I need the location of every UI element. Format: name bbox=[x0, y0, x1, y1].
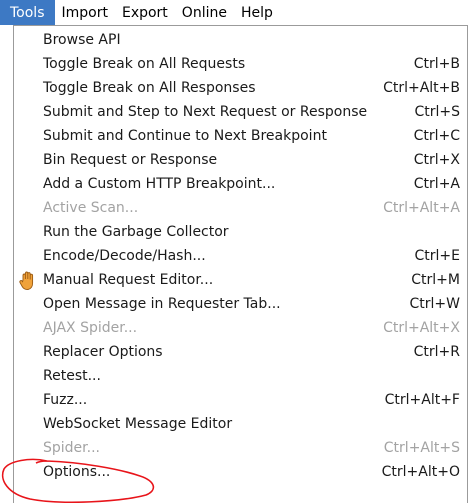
menu-item-label: Browse API bbox=[43, 32, 121, 48]
menu-item-label: Manual Request Editor... bbox=[43, 272, 214, 288]
menu-item-submit-and-step-to-next-request-or-response[interactable]: Submit and Step to Next Request or Respo… bbox=[14, 101, 467, 125]
menu-item-label: Bin Request or Response bbox=[43, 152, 218, 168]
menu-item-replacer-options[interactable]: Replacer Options Ctrl+R bbox=[14, 341, 467, 365]
menu-item-label: Replacer Options bbox=[43, 344, 163, 360]
menu-item-ajax-spider[interactable]: AJAX Spider... Ctrl+Alt+X bbox=[14, 317, 467, 341]
menu-item-shortcut: Ctrl+W bbox=[409, 296, 460, 312]
menu-item-shortcut: Ctrl+Alt+S bbox=[383, 440, 460, 456]
menu-item-label: WebSocket Message Editor bbox=[43, 416, 233, 432]
menu-item-shortcut: Ctrl+Alt+F bbox=[384, 392, 460, 408]
menu-item-browse-api[interactable]: Browse API bbox=[14, 29, 467, 53]
menu-item-shortcut: Ctrl+Alt+X bbox=[383, 320, 460, 336]
menu-bar: Tools Import Export Online Help bbox=[0, 0, 476, 25]
menu-item-retest[interactable]: Retest... bbox=[14, 365, 467, 389]
menu-item-shortcut: Ctrl+B bbox=[413, 56, 460, 72]
menu-item-active-scan[interactable]: Active Scan... Ctrl+Alt+A bbox=[14, 197, 467, 221]
menu-item-toggle-break-on-all-responses[interactable]: Toggle Break on All Responses Ctrl+Alt+B bbox=[14, 77, 467, 101]
menu-item-shortcut: Ctrl+R bbox=[413, 344, 460, 360]
menu-item-label: Submit and Continue to Next Breakpoint bbox=[43, 128, 327, 144]
menu-item-label: Encode/Decode/Hash... bbox=[43, 248, 206, 264]
menu-item-fuzz[interactable]: Fuzz... Ctrl+Alt+F bbox=[14, 389, 467, 413]
menu-item-label: Options... bbox=[43, 464, 111, 480]
menu-item-add-a-custom-http-breakpoint[interactable]: Add a Custom HTTP Breakpoint... Ctrl+A bbox=[14, 173, 467, 197]
menu-item-open-message-in-requester-tab[interactable]: Open Message in Requester Tab... Ctrl+W bbox=[14, 293, 467, 317]
menu-item-toggle-break-on-all-requests[interactable]: Toggle Break on All Requests Ctrl+B bbox=[14, 53, 467, 77]
menu-item-label: AJAX Spider... bbox=[43, 320, 138, 336]
menu-item-shortcut: Ctrl+Alt+A bbox=[383, 200, 460, 216]
menu-item-shortcut: Ctrl+Alt+O bbox=[381, 464, 460, 480]
menu-item-bin-request-or-response[interactable]: Bin Request or Response Ctrl+X bbox=[14, 149, 467, 173]
menubar-tools[interactable]: Tools bbox=[0, 0, 55, 25]
menu-item-label: Active Scan... bbox=[43, 200, 139, 216]
menu-item-label: Fuzz... bbox=[43, 392, 88, 408]
menubar-export[interactable]: Export bbox=[115, 0, 175, 25]
menu-item-run-the-garbage-collector[interactable]: Run the Garbage Collector bbox=[14, 221, 467, 245]
menu-item-label: Retest... bbox=[43, 368, 101, 384]
menu-item-label: Toggle Break on All Responses bbox=[43, 80, 256, 96]
menu-item-label: Spider... bbox=[43, 440, 100, 456]
tools-menu-dropdown: Browse API Toggle Break on All Requests Ct… bbox=[13, 25, 468, 503]
menubar-help[interactable]: Help bbox=[234, 0, 280, 25]
menu-item-options[interactable]: Options... Ctrl+Alt+O bbox=[14, 461, 467, 485]
menu-item-label: Run the Garbage Collector bbox=[43, 224, 229, 240]
menu-item-shortcut: Ctrl+M bbox=[411, 272, 460, 288]
menu-item-label: Submit and Step to Next Request or Respo… bbox=[43, 104, 368, 120]
menu-item-shortcut: Ctrl+E bbox=[414, 248, 461, 264]
menu-item-submit-and-continue-to-next-breakpoint[interactable]: Submit and Continue to Next Breakpoint Ct… bbox=[14, 125, 467, 149]
menubar-import[interactable]: Import bbox=[55, 0, 115, 25]
menu-item-websocket-message-editor[interactable]: WebSocket Message Editor bbox=[14, 413, 467, 437]
menu-item-label: Add a Custom HTTP Breakpoint... bbox=[43, 176, 276, 192]
menu-item-shortcut: Ctrl+X bbox=[413, 152, 460, 168]
menu-item-label: Open Message in Requester Tab... bbox=[43, 296, 281, 312]
menu-item-manual-request-editor[interactable]: Manual Request Editor... Ctrl+M bbox=[14, 269, 467, 293]
menu-item-spider[interactable]: Spider... Ctrl+Alt+S bbox=[14, 437, 467, 461]
menu-item-label: Toggle Break on All Requests bbox=[43, 56, 246, 72]
menubar-online[interactable]: Online bbox=[175, 0, 234, 25]
menu-item-shortcut: Ctrl+Alt+B bbox=[383, 80, 460, 96]
menu-item-encode-decode-hash[interactable]: Encode/Decode/Hash... Ctrl+E bbox=[14, 245, 467, 269]
hand-icon bbox=[19, 271, 34, 290]
menu-item-shortcut: Ctrl+A bbox=[413, 176, 460, 192]
application-window: Tools Import Export Online Help Browse API To… bbox=[0, 0, 476, 503]
menu-item-shortcut: Ctrl+C bbox=[413, 128, 460, 144]
menu-item-shortcut: Ctrl+S bbox=[414, 104, 460, 120]
